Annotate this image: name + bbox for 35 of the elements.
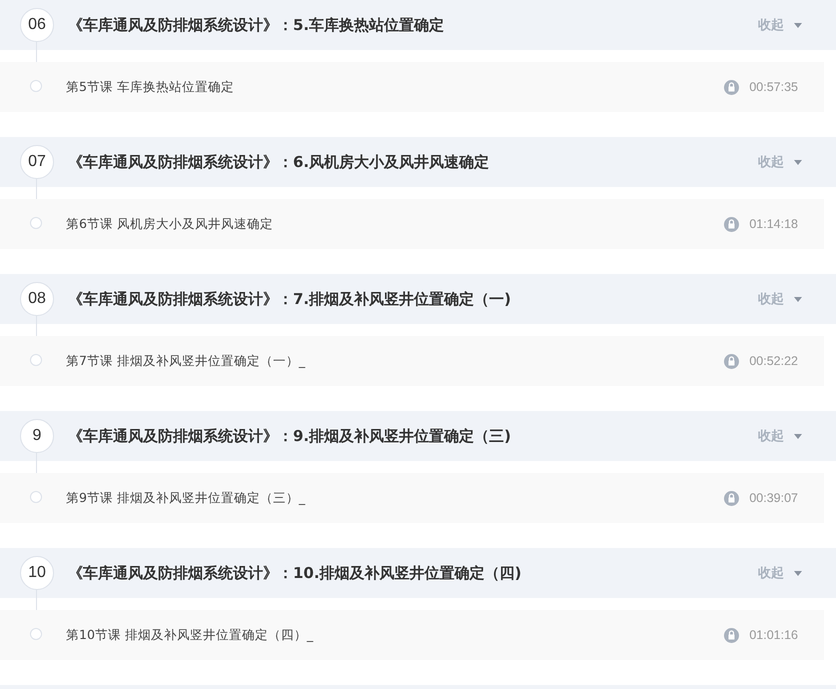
caret-icon [794, 22, 802, 28]
timeline-dot [30, 628, 42, 640]
lesson-duration: 00:52:22 [749, 354, 798, 368]
lesson-row[interactable]: 第5节课 车库换热站位置确定 00:57:35 [0, 62, 824, 112]
section-title: 《车库通风及防排烟系统设计》：5.车库换热站位置确定 [68, 16, 446, 34]
section-title: 《车库通风及防排烟系统设计》：7.排烟及补风竖井位置确定（一) [68, 290, 512, 308]
section-number: 06 [20, 8, 54, 42]
lesson-title: 第9节课 排烟及补风竖井位置确定（三）_ [66, 490, 306, 506]
section-number: 10 [20, 556, 54, 590]
section-number: 08 [20, 282, 54, 316]
caret-icon [794, 570, 802, 576]
lesson-title: 第7节课 排烟及补风竖井位置确定（一）_ [66, 352, 306, 370]
lesson-duration: 00:57:35 [749, 80, 798, 94]
lesson-duration: 00:39:07 [749, 491, 798, 505]
section-title: 《车库通风及防排烟系统设计》：9.排烟及补风竖井位置确定（三) [68, 426, 512, 446]
section-title: 《车库通风及防排烟系统设计》：10.排烟及补风竖井位置确定（四) [68, 564, 522, 582]
caret-icon [794, 160, 802, 164]
caret-icon [794, 296, 802, 302]
lesson-title: 第5节课 车库换热站位置确定 [66, 78, 235, 96]
lesson-title: 第10节课 排烟及补风竖井位置确定（四）_ [66, 626, 314, 644]
lesson-row[interactable]: 第9节课 排烟及补风竖井位置确定（三）_ 00:39:07 [0, 473, 824, 523]
caret-icon [794, 434, 802, 438]
timeline-dot [30, 217, 42, 229]
lesson-title: 第6节课 风机房大小及风井风速确定 [66, 216, 274, 232]
lesson-row[interactable]: 第7节课 排烟及补风竖井位置确定（一）_ 00:52:22 [0, 336, 824, 386]
section-title: 《车库通风及防排烟系统设计》：6.风机房大小及风井风速确定 [68, 152, 490, 172]
timeline-dot [30, 354, 42, 366]
section-number: 9 [20, 419, 54, 453]
lesson-duration: 01:14:18 [749, 217, 798, 231]
lesson-duration: 01:01:16 [749, 628, 798, 642]
lesson-row[interactable]: 第6节课 风机房大小及风井风速确定 01:14:18 [0, 199, 824, 249]
section-number: 07 [20, 145, 54, 179]
timeline-dot [30, 80, 42, 92]
timeline-dot [30, 491, 42, 503]
lesson-row[interactable]: 第10节课 排烟及补风竖井位置确定（四）_ 01:01:16 [0, 610, 824, 660]
